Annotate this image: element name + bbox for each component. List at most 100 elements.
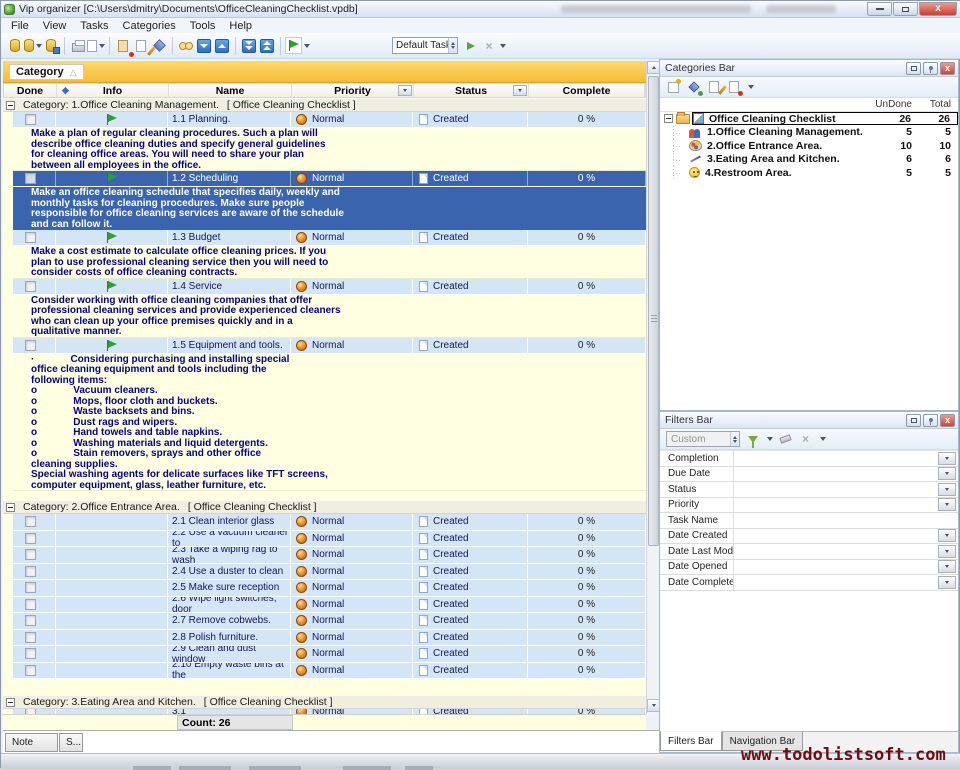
grid-vertical-scrollbar[interactable] bbox=[646, 61, 659, 714]
task-row[interactable]: 2.8 Polish furniture.NormalCreated0 % bbox=[13, 630, 646, 647]
done-checkbox[interactable] bbox=[25, 281, 36, 292]
clear-filter-icon[interactable] bbox=[778, 432, 793, 446]
menu-tools[interactable]: Tools bbox=[183, 20, 223, 32]
apply-filter-icon[interactable] bbox=[745, 432, 760, 446]
title-bar[interactable]: Vip organizer [C:\Users\dmitry\Documents… bbox=[1, 1, 960, 18]
move-up-icon[interactable] bbox=[213, 37, 231, 55]
filters-bar-titlebar[interactable]: Filters Bar x bbox=[660, 412, 958, 429]
combo-spinner[interactable] bbox=[448, 38, 457, 53]
done-checkbox[interactable] bbox=[25, 232, 36, 243]
category-tree-item[interactable]: 1.Office Cleaning Management.55 bbox=[660, 126, 958, 140]
task-row[interactable]: 1.3 BudgetNormalCreated0 % bbox=[13, 230, 646, 246]
task-row[interactable]: 2.9 Clean and dust windowNormalCreated0 … bbox=[13, 646, 646, 663]
tab-s[interactable]: S... bbox=[59, 733, 83, 752]
group-by-category-chip[interactable]: Category △ bbox=[9, 64, 84, 80]
filter-field-value[interactable] bbox=[734, 451, 938, 466]
category-group-header[interactable]: Category: 2.Office Entrance Area.[ Offic… bbox=[3, 500, 646, 514]
view-icon[interactable] bbox=[177, 37, 195, 55]
filters-toolbar-overflow-icon[interactable] bbox=[820, 437, 826, 441]
done-checkbox[interactable] bbox=[25, 516, 36, 527]
minimize-button[interactable] bbox=[867, 2, 892, 16]
menu-categories[interactable]: Categories bbox=[116, 20, 183, 32]
category-group-header[interactable]: Category: 1.Office Cleaning Management.[… bbox=[3, 98, 646, 112]
filter-dropdown-icon[interactable] bbox=[938, 560, 956, 573]
categories-toolbar-overflow-icon[interactable] bbox=[748, 85, 754, 89]
category-tree-item[interactable]: 4.Restroom Area.55 bbox=[660, 166, 958, 180]
menu-view[interactable]: View bbox=[36, 20, 74, 32]
category-tree-item[interactable]: 2.Office Entrance Area.1010 bbox=[660, 139, 958, 153]
task-row[interactable]: 1.4 ServiceNormalCreated0 % bbox=[13, 279, 646, 295]
new-subcategory-icon[interactable] bbox=[686, 80, 701, 94]
collapse-icon[interactable] bbox=[6, 503, 15, 512]
panel-restore-icon[interactable] bbox=[906, 414, 921, 427]
category-group-header[interactable]: Category: 3.Eating Area and Kitchen.[ Of… bbox=[3, 695, 646, 709]
panel-restore-icon[interactable] bbox=[906, 62, 921, 75]
done-checkbox[interactable] bbox=[25, 632, 36, 643]
save-database-icon[interactable] bbox=[42, 37, 60, 55]
print-icon[interactable] bbox=[69, 37, 87, 55]
move-top-icon[interactable] bbox=[258, 37, 276, 55]
scrollbar-thumb[interactable] bbox=[648, 76, 659, 546]
filter-preset-combo[interactable]: Custom bbox=[666, 431, 740, 447]
column-filter-dropdown-icon[interactable] bbox=[398, 85, 412, 96]
task-row[interactable]: 1.5 Equipment and tools.NormalCreated0 % bbox=[13, 338, 646, 354]
panel-pin-icon[interactable] bbox=[923, 62, 938, 75]
menu-tasks[interactable]: Tasks bbox=[73, 20, 115, 32]
column-undone[interactable]: UnDone bbox=[874, 99, 920, 110]
combo-spinner[interactable] bbox=[730, 432, 739, 446]
move-down-icon[interactable] bbox=[195, 37, 213, 55]
filter-dropdown-icon[interactable] bbox=[938, 498, 956, 511]
done-checkbox[interactable] bbox=[25, 173, 36, 184]
toolbar-overflow-icon[interactable] bbox=[500, 44, 506, 48]
column-header-name[interactable]: Name bbox=[169, 84, 292, 97]
filter-dropdown-icon[interactable] bbox=[938, 483, 956, 496]
new-database-icon[interactable] bbox=[6, 37, 24, 55]
done-checkbox[interactable] bbox=[25, 114, 36, 125]
panel-close-icon[interactable]: x bbox=[940, 414, 955, 427]
task-row[interactable]: 1.1 Planning.NormalCreated0 % bbox=[13, 112, 646, 128]
column-total[interactable]: Total bbox=[920, 99, 958, 110]
notification-flag-icon[interactable] bbox=[285, 37, 310, 55]
done-checkbox[interactable] bbox=[25, 340, 36, 351]
filter-field-value[interactable] bbox=[734, 498, 938, 513]
done-checkbox[interactable] bbox=[25, 582, 36, 593]
maximize-button[interactable] bbox=[893, 2, 918, 16]
filter-dropdown-icon[interactable] bbox=[938, 576, 956, 589]
task-row[interactable]: 1.2 SchedulingNormalCreated0 % bbox=[13, 171, 646, 187]
filter-apply-dropdown-icon[interactable] bbox=[767, 437, 773, 441]
done-checkbox[interactable] bbox=[25, 599, 36, 610]
column-header-done[interactable]: Done bbox=[4, 84, 57, 97]
delete-task-icon[interactable] bbox=[150, 37, 168, 55]
close-button[interactable]: x bbox=[919, 2, 957, 16]
category-tree-item[interactable]: Office Cleaning Checklist2626 bbox=[660, 112, 958, 126]
remove-filter-icon[interactable]: × bbox=[798, 432, 813, 446]
move-bottom-icon[interactable] bbox=[240, 37, 258, 55]
task-view-combo[interactable]: Default Task V bbox=[392, 37, 458, 54]
task-row[interactable]: 2.5 Make sure receptionNormalCreated0 % bbox=[13, 580, 646, 597]
tab-note[interactable]: Note bbox=[5, 733, 58, 752]
tab-filters-bar[interactable]: Filters Bar bbox=[660, 731, 722, 751]
task-row[interactable]: 2.4 Use a duster to cleanNormalCreated0 … bbox=[13, 564, 646, 581]
new-task-icon[interactable] bbox=[114, 37, 132, 55]
collapse-icon[interactable] bbox=[6, 698, 15, 707]
apply-view-icon[interactable] bbox=[462, 37, 480, 55]
filter-field-value[interactable] bbox=[734, 529, 938, 544]
filter-field-value[interactable] bbox=[734, 560, 938, 575]
filter-field-value[interactable] bbox=[734, 544, 938, 559]
done-checkbox[interactable] bbox=[25, 566, 36, 577]
collapse-icon[interactable] bbox=[664, 114, 673, 123]
task-row[interactable]: 2.2 Use a vacuum cleaner toNormalCreated… bbox=[13, 531, 646, 548]
column-header-complete[interactable]: Complete bbox=[529, 84, 645, 97]
menu-file[interactable]: File bbox=[4, 20, 36, 32]
task-row[interactable]: 2.7 Remove cobwebs.NormalCreated0 % bbox=[13, 613, 646, 630]
column-header-priority[interactable]: Priority bbox=[292, 84, 414, 97]
done-checkbox[interactable] bbox=[25, 665, 36, 676]
filter-field-value[interactable] bbox=[734, 467, 938, 482]
column-header-info[interactable]: ◆Info bbox=[57, 84, 169, 97]
filter-field-value[interactable] bbox=[734, 482, 938, 497]
new-category-icon[interactable] bbox=[666, 80, 681, 94]
edit-category-icon[interactable] bbox=[706, 80, 721, 94]
column-filter-dropdown-icon[interactable] bbox=[513, 85, 527, 96]
filter-field-value[interactable] bbox=[734, 513, 958, 528]
filter-dropdown-icon[interactable] bbox=[938, 529, 956, 542]
